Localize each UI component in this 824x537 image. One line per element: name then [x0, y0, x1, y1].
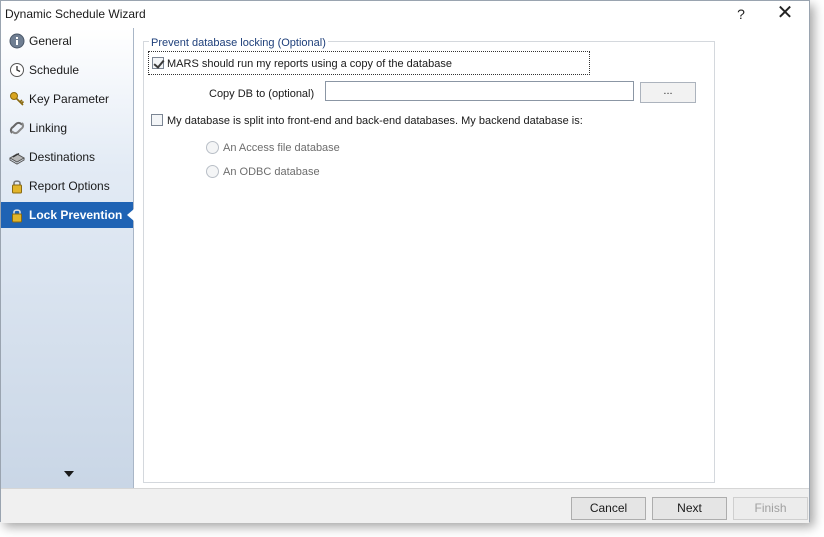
split-db-checkbox[interactable]	[151, 114, 163, 126]
sidebar-item-label: Linking	[29, 121, 68, 135]
sidebar-item-label: Report Options	[29, 179, 110, 193]
footer-bar: Cancel Next Finish	[1, 488, 809, 523]
lock-icon	[6, 204, 28, 226]
sidebar-item-general[interactable]: General	[1, 28, 133, 54]
info-icon	[6, 30, 28, 52]
wizard-window: Dynamic Schedule Wizard ? ✕ General Sche…	[0, 0, 810, 523]
sidebar-scroll-down[interactable]	[61, 471, 77, 481]
lock-prevention-group	[143, 41, 715, 483]
split-db-label: My database is split into front-end and …	[167, 115, 583, 127]
odbc-db-label: An ODBC database	[223, 166, 320, 178]
sidebar-item-label: General	[29, 34, 72, 48]
sidebar-item-destinations[interactable]: Destinations	[1, 144, 133, 170]
help-button[interactable]: ?	[721, 1, 761, 28]
title-bar: Dynamic Schedule Wizard ? ✕	[1, 1, 809, 28]
browse-button[interactable]: ...	[640, 82, 696, 103]
clock-icon	[6, 59, 28, 81]
odbc-db-radio[interactable]	[206, 165, 219, 178]
link-icon	[6, 117, 28, 139]
window-title: Dynamic Schedule Wizard	[5, 7, 146, 21]
destinations-icon	[6, 146, 28, 168]
key-icon	[6, 88, 28, 110]
group-title: Prevent database locking (Optional)	[149, 37, 328, 49]
sidebar-item-lock-prevention[interactable]: Lock Prevention	[1, 202, 134, 228]
copy-db-label: Copy DB to (optional)	[209, 88, 315, 100]
next-button[interactable]: Next	[652, 497, 727, 520]
cancel-button[interactable]: Cancel	[571, 497, 646, 520]
sidebar-item-label: Destinations	[29, 150, 96, 164]
triangle-down-icon	[64, 471, 74, 477]
finish-button[interactable]: Finish	[733, 497, 808, 520]
lock-icon	[6, 175, 28, 197]
sidebar-item-report-options[interactable]: Report Options	[1, 173, 133, 199]
sidebar-item-label: Schedule	[29, 63, 80, 77]
close-button[interactable]: ✕	[765, 1, 805, 28]
copy-db-input[interactable]	[325, 81, 634, 101]
sidebar-item-key-parameter[interactable]: Key Parameter	[1, 86, 133, 112]
access-db-label: An Access file database	[223, 142, 340, 154]
mars-copy-label: MARS should run my reports using a copy …	[167, 58, 452, 70]
sidebar-item-label: Key Parameter	[29, 92, 110, 106]
mars-copy-checkbox[interactable]	[152, 57, 164, 69]
sidebar: General Schedule Key Parameter Linking D…	[1, 28, 134, 488]
sidebar-item-linking[interactable]: Linking	[1, 115, 133, 141]
sidebar-item-label: Lock Prevention	[29, 208, 123, 222]
access-db-radio[interactable]	[206, 141, 219, 154]
sidebar-item-schedule[interactable]: Schedule	[1, 57, 133, 83]
